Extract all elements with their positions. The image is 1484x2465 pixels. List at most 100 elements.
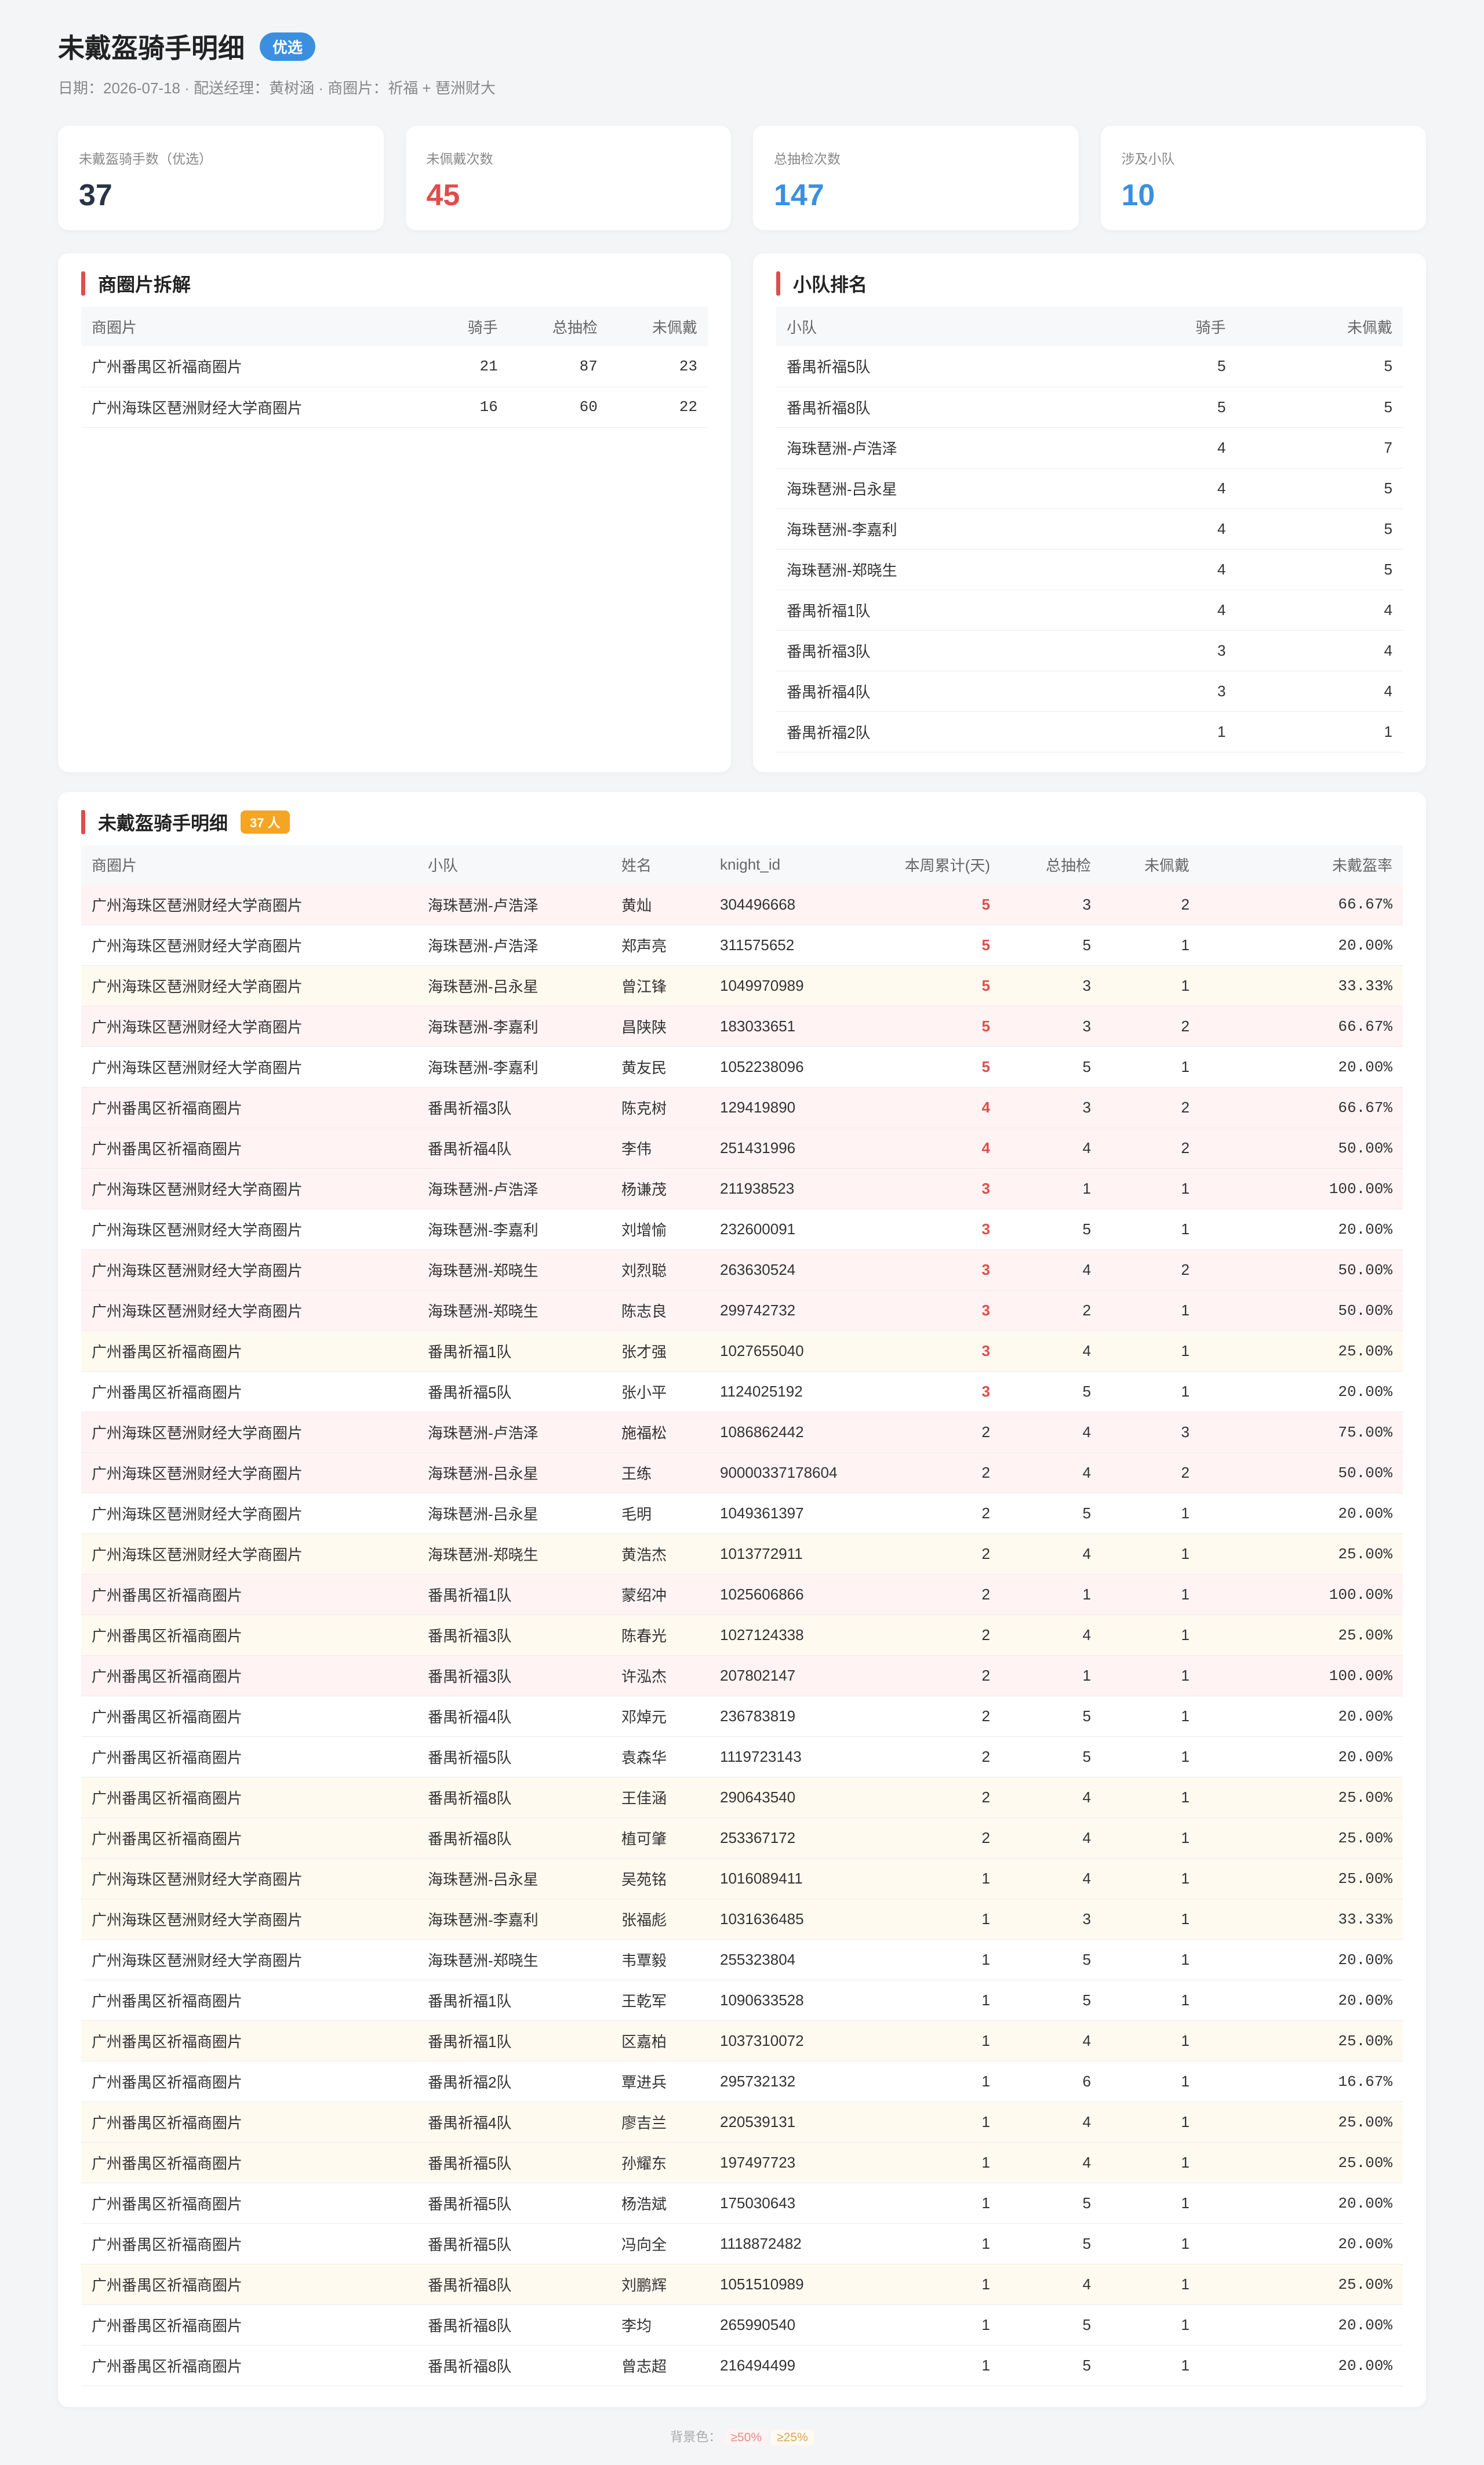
table-header-row: 商圈片 骑手 总抽检 未佩戴 [81,307,708,346]
team-cell: 番禺祈福5队 [417,1736,611,1777]
table-row: 广州番禺区祈福商圈片 番禺祈福8队 李均 265990540 1 5 1 20.00% [81,2304,1403,2346]
rider-name-cell: 廖吉兰 [611,2102,710,2143]
page-title: 未戴盔骑手明细 [58,33,245,63]
table-row: 广州番禺区祈福商圈片 番禺祈福2队 覃进兵 295732132 1 6 1 16.67% [81,2061,1403,2102]
rider-count-cell: 4 [1107,590,1236,631]
knight-id-cell: 1031636485 [710,1899,883,1940]
team-name-cell: 海珠琶洲-卢浩泽 [776,427,1108,468]
no-helmet-rate-cell: 100.00% [1200,1655,1403,1696]
knight-id-cell: 220539131 [710,2102,883,2143]
week-days-cell: 1 [883,2142,1001,2183]
table-row: 广州番禺区祈福商圈片 番禺祈福8队 植可肇 253367172 2 4 1 25.00% [81,1817,1403,1859]
team-cell: 海珠琶洲-郑晓生 [417,1939,611,1980]
no-helmet-count-cell: 5 [1236,468,1403,509]
rider-name-cell: 吴苑铭 [611,1858,710,1899]
detail-table: 商圈片 小队 姓名 knight_id 本周累计(天) 总抽检 未佩戴 未戴盔率… [81,845,1403,2386]
table-row: 广州番禺区祈福商圈片 番禺祈福3队 许泓杰 207802147 2 1 1 100.00% [81,1655,1403,1696]
week-days-cell: 3 [883,1371,1001,1412]
team-cell: 番禺祈福1队 [417,1330,611,1372]
table-row: 广州番禺区祈福商圈片 番禺祈福1队 张才强 1027655040 3 4 1 25.00% [81,1330,1403,1372]
column-header: 小队 [787,318,817,336]
no-helmet-count-cell: 1 [1101,1736,1200,1777]
district-cell: 广州番禺区祈福商圈片 [81,1371,417,1412]
knight-id-cell: 1049970989 [710,965,883,1006]
knight-id-cell: 304496668 [710,884,883,925]
no-helmet-rate-cell: 20.00% [1200,1939,1403,1980]
rider-name-cell: 邓焯元 [611,1696,710,1737]
rider-name-cell: 陈志良 [611,1290,710,1331]
rider-count-cell: 4 [1107,427,1236,468]
no-helmet-rate-cell: 25.00% [1200,2142,1403,2183]
knight-id-cell: 295732132 [710,2061,883,2102]
table-row: 广州番禺区祈福商圈片 番禺祈福8队 曾志超 216494499 1 5 1 20.00% [81,2345,1403,2386]
no-helmet-rate-cell: 20.00% [1200,1980,1403,2021]
ranking-table-body: 番禺祈福5队 5 5 番禺祈福8队 5 5 海珠琶洲-卢浩泽 4 7 海珠琶洲-吕永星 4 5 海珠琶洲… [776,346,1403,752]
week-days-cell: 1 [883,2102,1001,2143]
no-helmet-count-cell: 1 [1101,1290,1200,1331]
table-row: 广州海珠区琶洲财经大学商圈片 海珠琶洲-吕永星 王练 90000337178604 2 4… [81,1452,1403,1493]
column-header: 总抽检 [1045,857,1091,874]
no-helmet-count-cell: 1 [1101,2304,1200,2346]
no-helmet-rate-cell: 16.67% [1200,2061,1403,2102]
no-helmet-rate-cell: 25.00% [1200,1817,1403,1859]
week-days-cell: 2 [883,1817,1001,1859]
team-cell: 番禺祈福3队 [417,1087,611,1128]
no-helmet-rate-cell: 25.00% [1200,1777,1403,1818]
week-days-cell: 2 [883,1696,1001,1737]
week-days-cell: 2 [883,1412,1001,1453]
table-row: 广州海珠区琶洲财经大学商圈片 海珠琶洲-吕永星 吴苑铭 1016089411 1 4 1 25… [81,1858,1403,1899]
district-cell: 广州番禺区祈福商圈片 [81,2183,417,2224]
table-row: 番禺祈福4队 3 4 [776,671,1403,712]
rider-name-cell: 袁森华 [611,1736,710,1777]
no-helmet-count-cell: 1 [1101,1655,1200,1696]
knight-id-cell: 1086862442 [710,1412,883,1453]
table-row: 广州番禺区祈福商圈片 番禺祈福5队 杨浩斌 175030643 1 5 1 20.00% [81,2183,1403,2224]
team-name-cell: 海珠琶洲-李嘉利 [776,508,1108,550]
team-name-cell: 番禺祈福1队 [776,590,1108,631]
table-row: 广州海珠区琶洲财经大学商圈片 16 60 22 [81,387,708,428]
team-cell: 番禺祈福3队 [417,1655,611,1696]
no-helmet-count-cell: 3 [1101,1412,1200,1453]
no-helmet-rate-cell: 66.67% [1200,1006,1403,1047]
check-count-cell: 5 [1001,1493,1101,1534]
no-helmet-rate-cell: 20.00% [1200,2223,1403,2264]
legend-chip-high: ≥50% [725,2430,768,2445]
table-row: 番禺祈福2队 1 1 [776,711,1403,752]
week-days-cell: 1 [883,2223,1001,2264]
rider-name-cell: 区嘉柏 [611,2020,710,2062]
team-cell: 海珠琶洲-卢浩泽 [417,1168,611,1209]
check-count-cell: 6 [1001,2061,1101,2102]
table-header-row: 商圈片 小队 姓名 knight_id 本周累计(天) 总抽检 未佩戴 未戴盔率 [81,845,1403,885]
team-cell: 海珠琶洲-吕永星 [417,965,611,1006]
team-name-cell: 番禺祈福8队 [776,387,1108,428]
knight-id-cell: 1124025192 [710,1371,883,1412]
table-row: 广州番禺区祈福商圈片 番禺祈福8队 王佳涵 290643540 2 4 1 25.00% [81,1777,1403,1818]
district-cell: 广州海珠区琶洲财经大学商圈片 [81,1209,417,1250]
team-cell: 番禺祈福5队 [417,2142,611,2183]
team-cell: 海珠琶洲-吕永星 [417,1858,611,1899]
knight-id-cell: 1037310072 [710,2020,883,2062]
no-helmet-count-cell: 1 [1101,1615,1200,1656]
no-helmet-count-cell: 1 [1101,1168,1200,1209]
rider-name-cell: 孙耀东 [611,2142,710,2183]
check-count-cell: 4 [1001,1412,1101,1453]
no-helmet-count-cell: 23 [608,346,708,387]
district-cell: 广州番禺区祈福商圈片 [81,1736,417,1777]
panel-accent-bar [776,271,780,296]
no-helmet-rate-cell: 50.00% [1200,1128,1403,1169]
no-helmet-count-cell: 1 [1101,2020,1200,2062]
team-name-cell: 番禺祈福3队 [776,630,1108,671]
team-cell: 番禺祈福3队 [417,1615,611,1656]
table-row: 广州海珠区琶洲财经大学商圈片 海珠琶洲-郑晓生 陈志良 299742732 3 2 1 50.… [81,1290,1403,1331]
no-helmet-rate-cell: 66.67% [1200,1087,1403,1128]
district-cell: 广州番禺区祈福商圈片 [81,2264,417,2305]
rider-name-cell: 张小平 [611,1371,710,1412]
no-helmet-rate-cell: 20.00% [1200,925,1403,966]
district-cell: 广州番禺区祈福商圈片 [81,1817,417,1859]
district-cell: 广州海珠区琶洲财经大学商圈片 [81,1290,417,1331]
no-helmet-rate-cell: 20.00% [1200,2345,1403,2386]
check-count-cell: 4 [1001,1533,1101,1575]
table-row: 广州海珠区琶洲财经大学商圈片 海珠琶洲-郑晓生 韦覃毅 255323804 1 5 1 20.… [81,1939,1403,1980]
knight-id-cell: 1090633528 [710,1980,883,2021]
no-helmet-rate-cell: 25.00% [1200,2264,1403,2305]
